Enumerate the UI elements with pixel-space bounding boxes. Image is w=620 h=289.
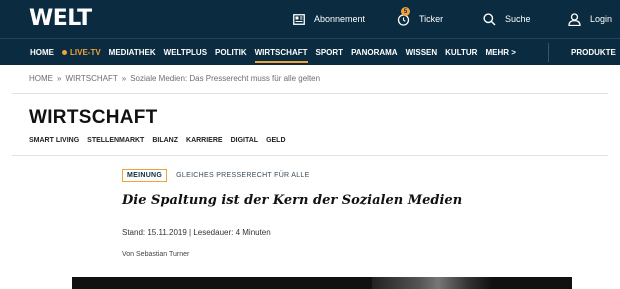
breadcrumb-separator: » — [57, 74, 62, 83]
article-headline: Die Spaltung ist der Kern der Sozialen M… — [122, 193, 463, 208]
live-dot-icon — [62, 49, 67, 55]
subnav-item-digital[interactable]: DIGITAL — [231, 137, 258, 144]
nav-item-mehr[interactable]: MEHR > — [481, 39, 519, 66]
nav-item-weltplus[interactable]: WELTPLUS — [160, 39, 211, 66]
abonnement-link[interactable]: Abonnement — [293, 0, 365, 38]
top-header: WELT Abonnement Ticker 5 Suche Login — [0, 0, 620, 38]
article-meta: Stand: 15.11.2019 | Lesedauer: 4 Minuten — [122, 228, 271, 237]
ticker-link[interactable]: Ticker — [397, 0, 443, 38]
breadcrumb-article: Soziale Medien: Das Presserecht muss für… — [130, 74, 321, 83]
breadcrumb-section[interactable]: WIRTSCHAFT — [65, 74, 117, 83]
nav-item-wirtschaft[interactable]: WIRTSCHAFT — [251, 39, 312, 66]
search-label: Suche — [505, 14, 531, 24]
user-icon — [568, 12, 581, 26]
opinion-badge: MEINUNG — [122, 169, 168, 182]
nav-item-kultur[interactable]: KULTUR — [441, 39, 481, 66]
subnav-item-bilanz[interactable]: BILANZ — [152, 137, 178, 144]
nav-item-live-tv[interactable]: LIVE-TV — [58, 39, 105, 66]
ticker-label: Ticker — [419, 14, 444, 24]
ticker-count-badge: 5 — [401, 7, 410, 16]
subnav-item-geld[interactable]: GELD — [266, 137, 285, 144]
nav-item-mediathek[interactable]: MEDIATHEK — [105, 39, 160, 66]
nav-item-politik[interactable]: POLITIK — [211, 39, 251, 66]
breadcrumb-separator: » — [121, 74, 127, 83]
section-title[interactable]: WIRTSCHAFT — [29, 107, 158, 129]
nav-item-wissen[interactable]: WISSEN — [402, 39, 442, 66]
nav-item-live-tv-label: LIVE-TV — [70, 47, 101, 57]
article-kicker-row: MEINUNG GLEICHES PRESSERECHT FÜR ALLE — [122, 169, 310, 182]
article-author[interactable]: Von Sebastian Turner — [122, 251, 189, 258]
nav-item-sport[interactable]: SPORT — [312, 39, 348, 66]
search-button[interactable]: Suche — [483, 0, 531, 38]
nav-item-home[interactable]: HOME — [26, 39, 58, 66]
nav-item-panorama[interactable]: PANORAMA — [347, 39, 402, 66]
breadcrumb: HOME» WIRTSCHAFT» Soziale Medien: Das Pres… — [29, 74, 320, 83]
section-subnav: SMART LIVING STELLENMARKT BILANZ KARRIER… — [29, 137, 294, 144]
newspaper-icon — [293, 13, 305, 25]
produkte-menu[interactable]: PRODUKTE — [571, 39, 616, 66]
abonnement-label: Abonnement — [314, 14, 366, 24]
subnav-item-smart-living[interactable]: SMART LIVING — [29, 137, 79, 144]
hero-image-highlight — [372, 277, 492, 289]
breadcrumb-home[interactable]: HOME — [29, 74, 53, 83]
welt-logo[interactable]: WELT — [29, 6, 92, 31]
login-button[interactable]: Login — [568, 0, 612, 38]
subnav-item-karriere[interactable]: KARRIERE — [186, 137, 223, 144]
nav-divider — [548, 43, 549, 62]
subnav-item-stellenmarkt[interactable]: STELLENMARKT — [87, 137, 144, 144]
login-label: Login — [590, 14, 613, 24]
search-icon — [483, 12, 496, 26]
breadcrumb-divider — [12, 93, 608, 94]
section-divider — [12, 155, 608, 156]
main-navigation: HOME LIVE-TV MEDIATHEK WELTPLUS POLITIK … — [0, 38, 620, 65]
article-topic: GLEICHES PRESSERECHT FÜR ALLE — [176, 172, 310, 179]
article-hero-image — [72, 277, 572, 289]
